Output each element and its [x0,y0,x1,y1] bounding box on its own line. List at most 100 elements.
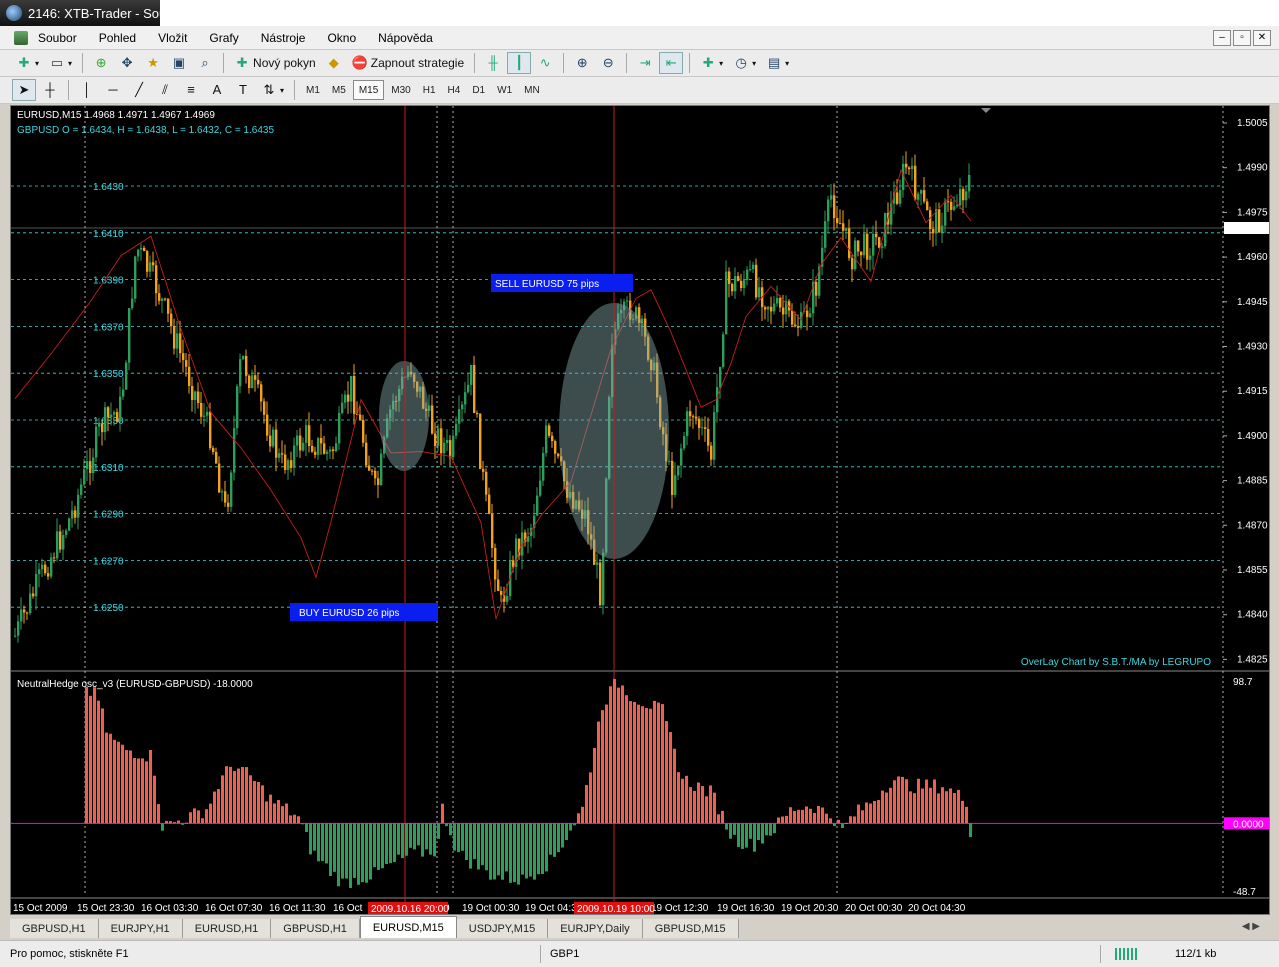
chart-window[interactable]: 1.5005 1.4990 1.4975 1.4960 1.4945 1.4930 1.49… [10,105,1270,915]
timeframe-h4[interactable]: H4 [443,80,466,100]
menu-okno[interactable]: Okno [317,31,368,45]
minimize-button[interactable]: – [1213,30,1231,46]
label-tool[interactable]: T [231,79,255,101]
timeframe-m1[interactable]: M1 [301,80,325,100]
candle-body [872,233,875,256]
new-chart-button[interactable]: ✚ ▾ [12,52,43,74]
market-watch-button[interactable]: ⊕ [89,52,113,74]
candle-body [254,375,257,380]
tab-scroll-arrows[interactable]: ◀ ▶ [1242,921,1260,932]
restore-button[interactable]: ▫ [1233,30,1251,46]
favorites-button[interactable]: ★ [141,52,165,74]
oscillator-bar [489,823,492,880]
chart-header-text: EURUSD,M15 1.4968 1.4971 1.4967 1.4969 [17,110,215,121]
tab-eurusd-m15[interactable]: EURUSD,M15 [359,916,457,938]
fibonacci-tool[interactable]: ≡ [179,79,203,101]
templates-button[interactable]: ▤ ▾ [762,52,793,74]
candlestick-button[interactable]: ┃ [507,52,532,74]
oscillator-bar [917,778,920,824]
candle-body [827,199,830,222]
channel-tool[interactable]: ⫽ [153,79,177,101]
candle-body [380,453,383,485]
price-chart[interactable]: 1.5005 1.4990 1.4975 1.4960 1.4945 1.4930 1.49… [11,106,1270,915]
auto-scroll-button[interactable]: ⇥ [633,52,657,74]
candle-body [62,535,65,550]
menu-grafy[interactable]: Grafy [199,31,250,45]
timeframe-mn[interactable]: MN [519,80,545,100]
oscillator-bar [957,789,960,824]
candle-body [296,435,299,446]
strategy-button[interactable]: ⛔ Zapnout strategie [348,52,468,74]
terminal-button[interactable]: ▣ [167,52,191,74]
candle-body [218,463,221,493]
horizontal-line-tool[interactable]: ─ [101,79,125,101]
crosshair-tool[interactable]: ┼ [38,79,62,101]
timeframe-w1[interactable]: W1 [492,80,517,100]
oscillator-bar [293,814,296,824]
candle-body [98,423,101,427]
window-title-bar: 2146: XTB-Trader - Soute [0,0,160,26]
bar-chart-button[interactable]: ╫ [481,52,505,74]
candle-body [143,247,146,252]
candle-body [866,233,869,260]
candle-body [122,389,125,397]
menu-soubor[interactable]: Soubor [28,31,89,45]
navigator-button[interactable]: ✥ [115,52,139,74]
tab-gbpusd-h1[interactable]: GBPUSD,H1 [10,919,99,938]
tab-gbpusd-h1-2[interactable]: GBPUSD,H1 [271,919,360,938]
oscillator-bar [321,823,324,862]
arrows-tool[interactable]: ⇅ ▾ [257,79,288,101]
line-chart-button[interactable]: ∿ [533,52,557,74]
tab-gbpusd-m15[interactable]: GBPUSD,M15 [642,919,739,938]
close-button[interactable]: ✕ [1253,30,1271,46]
zoom-out-button[interactable]: ⊖ [596,52,620,74]
candle-body [833,195,836,219]
new-order-button[interactable]: ✚ Nový pokyn [230,52,320,74]
cursor-tool[interactable]: ➤ [12,79,36,101]
oscillator-bar [233,771,236,824]
oscillator-bar [429,823,432,855]
oscillator-bar [869,803,872,824]
tab-usdjpy-m15[interactable]: USDJPY,M15 [456,919,549,938]
menu-vlozit[interactable]: Vložit [148,31,199,45]
menu-napoveda[interactable]: Nápověda [368,31,445,45]
oscillator-bar [129,750,132,824]
oscillator-bar [381,823,384,869]
timeframe-d1[interactable]: D1 [467,80,490,100]
timeframe-h1[interactable]: H1 [418,80,441,100]
tab-eurjpy-h1[interactable]: EURJPY,H1 [98,919,183,938]
candle-body [899,190,902,204]
timeframe-m30[interactable]: M30 [386,80,415,100]
zoom-in-button[interactable]: ⊕ [570,52,594,74]
oscillator-bar [469,823,472,869]
menu-pohled[interactable]: Pohled [89,31,148,45]
trendline-tool[interactable]: ╱ [127,79,151,101]
strategy-tester-button[interactable]: ⌕ [193,52,217,74]
oscillator-bar [813,812,816,824]
candle-body [944,201,947,226]
candle-body [86,461,89,470]
oscillator-bar [805,806,808,824]
profiles-button[interactable]: ▭ ▾ [45,52,76,74]
vertical-line-tool[interactable]: │ [75,79,99,101]
indicators-button[interactable]: ✚ ▾ [696,52,727,74]
chart-shift-button[interactable]: ⇤ [659,52,684,74]
new-chart-icon: ✚ [18,55,30,70]
periods-button[interactable]: ◷ ▾ [729,52,760,74]
candle-body [38,569,41,575]
tab-eurjpy-daily[interactable]: EURJPY,Daily [548,919,643,938]
timeframe-m5[interactable]: M5 [327,80,351,100]
gbpusd-overlay-line [14,168,972,620]
tab-eurusd-h1[interactable]: EURUSD,H1 [182,919,272,938]
vertical-line-icon: │ [82,82,92,97]
oscillator-bar [745,823,748,848]
candle-body [959,189,962,206]
candle-body [740,280,743,289]
oscillator-bar [541,823,544,874]
menu-nastroje[interactable]: Nástroje [251,31,318,45]
candle-body [791,310,794,325]
timeframe-m15[interactable]: M15 [352,80,385,100]
metaeditor-button[interactable]: ◆ [322,52,346,74]
text-tool[interactable]: A [205,79,229,101]
candle-body [140,247,143,250]
